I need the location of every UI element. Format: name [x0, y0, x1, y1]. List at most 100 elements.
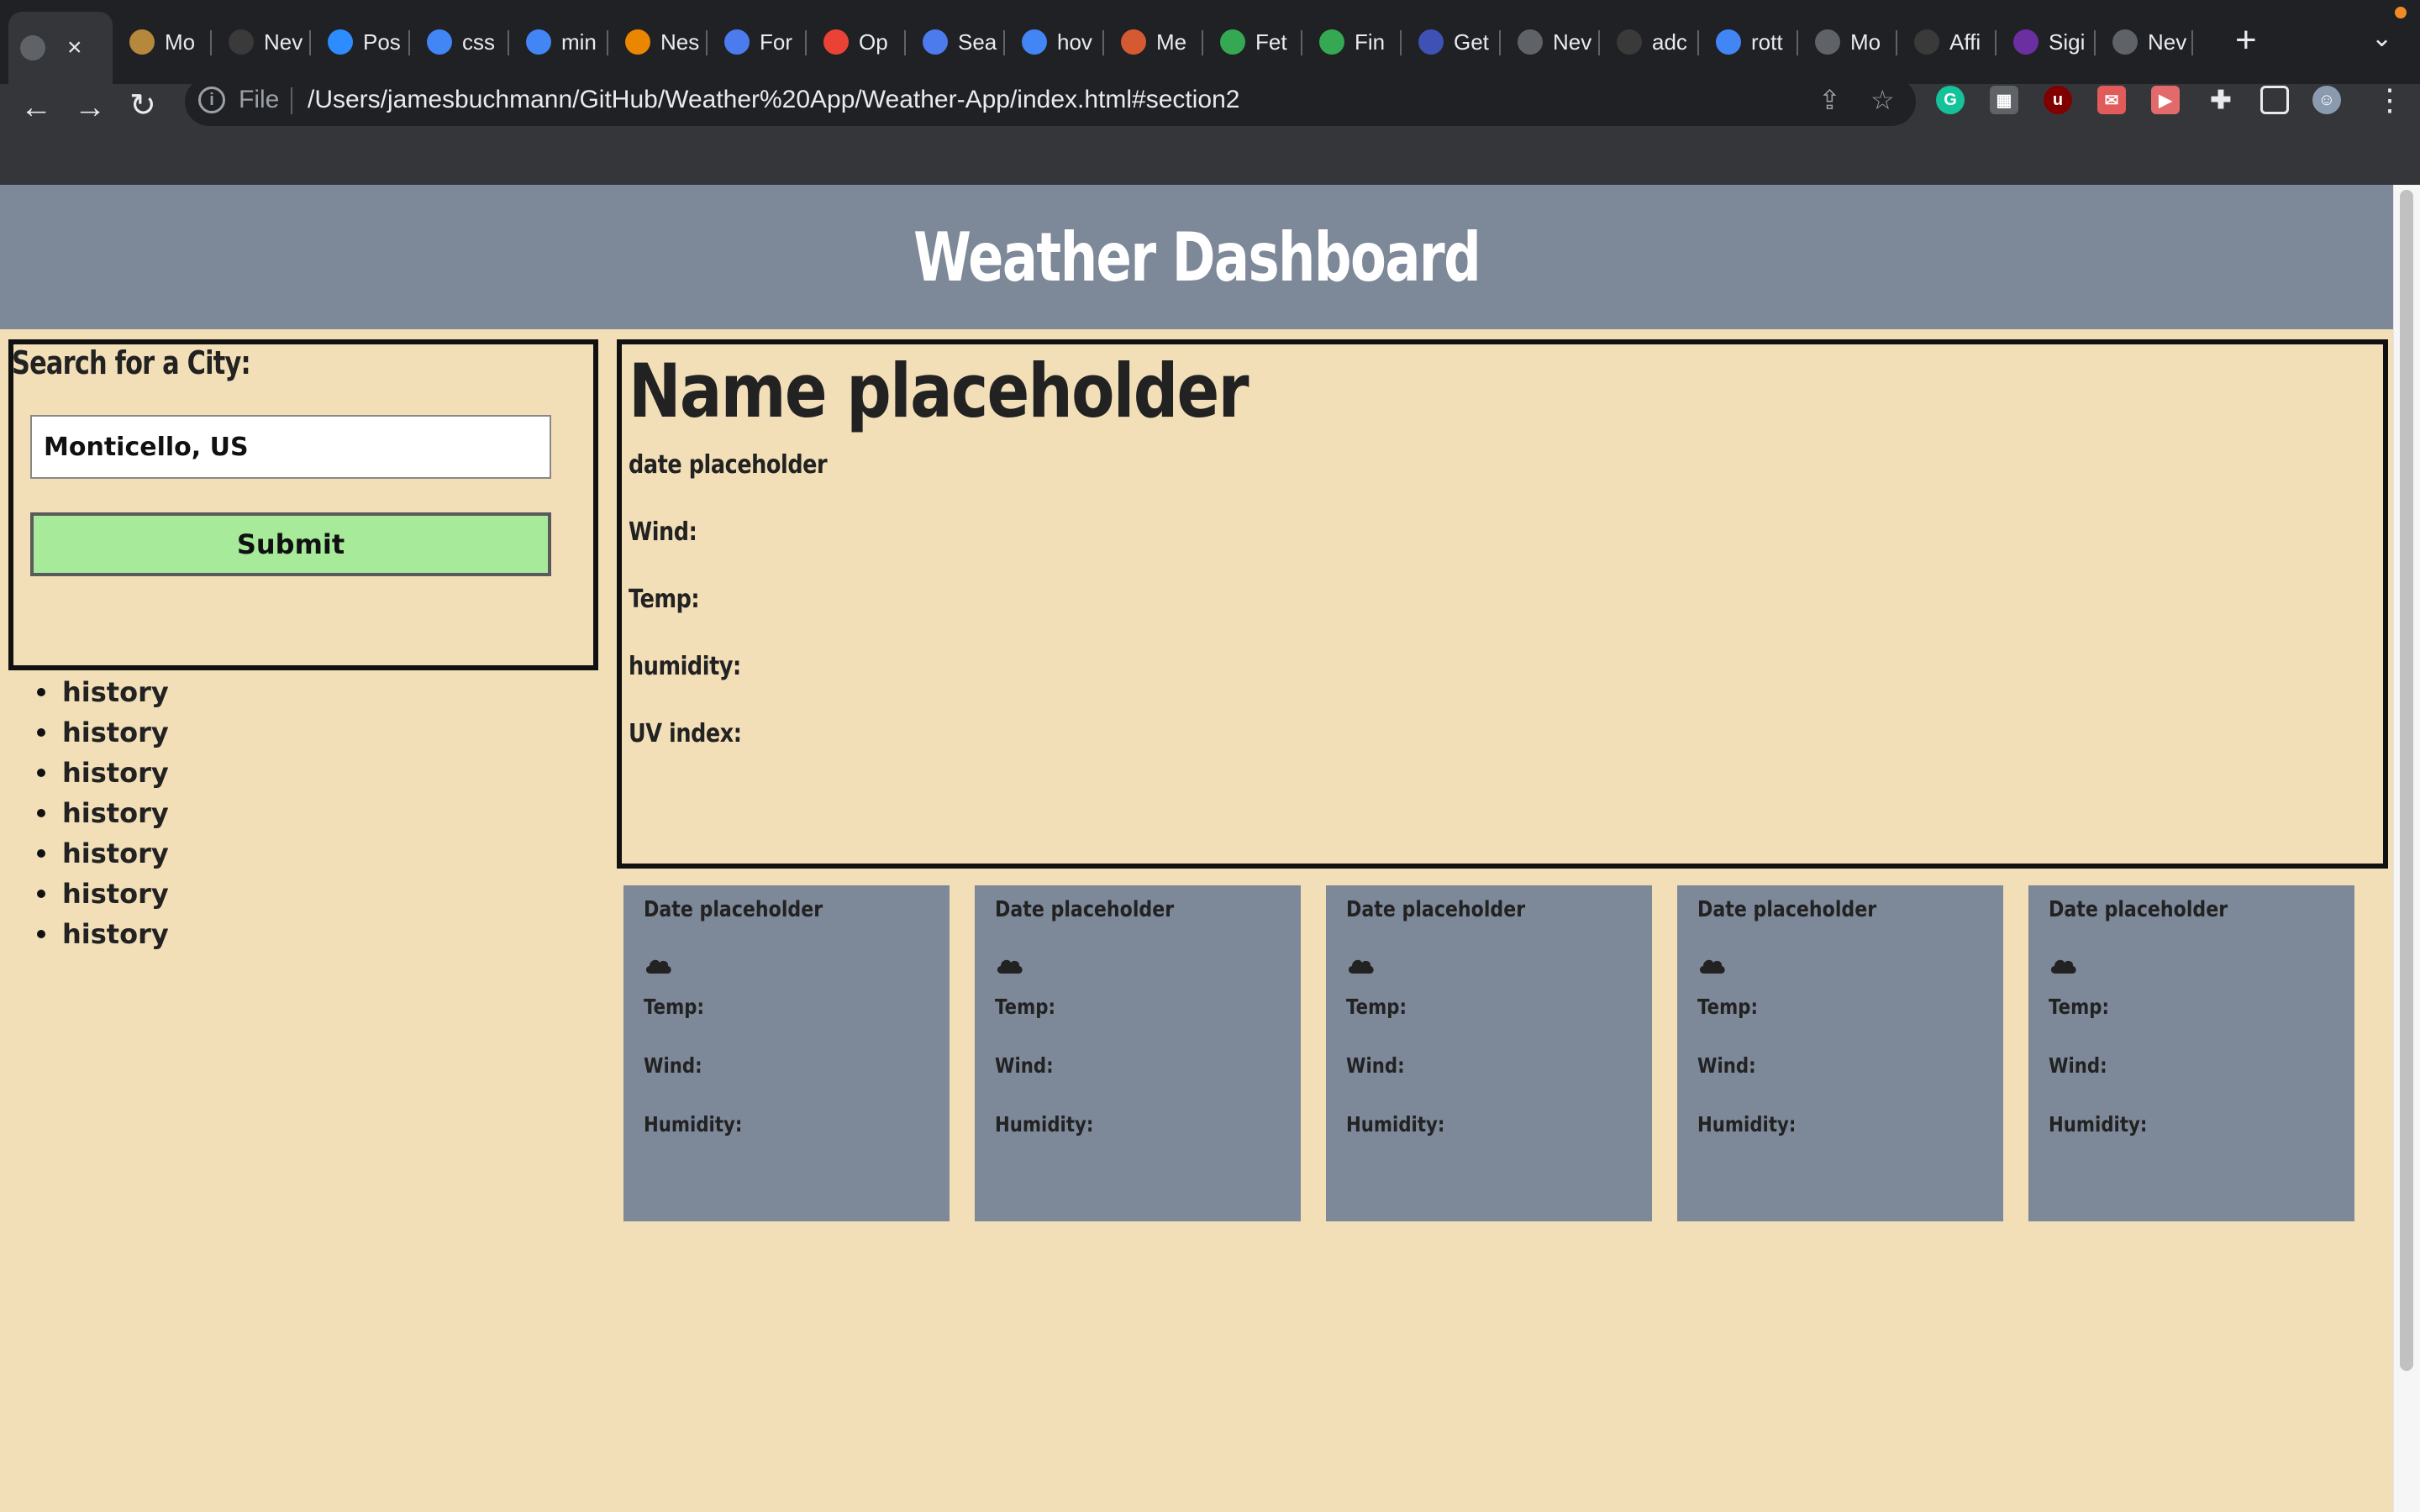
braces-icon [1220, 29, 1245, 55]
ublock-extension-icon[interactable]: u [2044, 86, 2072, 114]
forecast-wind-label: Wind: [1346, 1053, 1405, 1078]
browser-tab[interactable]: Pos [316, 15, 410, 69]
github-icon [229, 29, 254, 55]
history-item[interactable]: history [37, 874, 169, 914]
video-extension-icon[interactable]: ▶ [2151, 86, 2180, 114]
zoom-icon [328, 29, 353, 55]
browser-tab[interactable]: min [514, 15, 608, 69]
helmet-icon [1121, 29, 1146, 55]
browser-tab[interactable]: Op [812, 15, 906, 69]
back-arrow-icon[interactable]: ← [20, 89, 52, 126]
history-item[interactable]: history [37, 833, 169, 874]
forecast-card: Date placeholder Temp: Wind: Humidity: [1677, 885, 2003, 1221]
scrollbar-thumb[interactable] [2400, 190, 2413, 1371]
search-panel [8, 339, 598, 670]
url-scheme: File [239, 86, 280, 113]
history-item[interactable]: history [37, 914, 169, 954]
current-uv-label: UV index: [629, 719, 742, 748]
forecast-card: Date placeholder Temp: Wind: Humidity: [1326, 885, 1652, 1221]
browser-tab[interactable]: × [8, 12, 113, 84]
tab-separator [1797, 30, 1798, 55]
browser-tab[interactable]: Sigi [2002, 15, 2096, 69]
tab-title: Affi [1949, 29, 1981, 55]
browser-tab[interactable]: css [415, 15, 509, 69]
cloud-icon [645, 959, 671, 974]
qr-code-extension-icon[interactable]: ▦ [1990, 86, 2018, 114]
google-icon [526, 29, 551, 55]
bookmark-star-icon[interactable]: ☆ [1870, 84, 1895, 116]
tab-separator [1102, 30, 1104, 55]
browser-tab[interactable]: Fet [1208, 15, 1302, 69]
browser-tab[interactable]: Mo [118, 15, 212, 69]
browser-tab[interactable]: Fin [1307, 15, 1402, 69]
tab-title: min [561, 29, 597, 55]
forecast-temp-label: Temp: [644, 995, 704, 1019]
tab-separator [607, 30, 608, 55]
history-item[interactable]: history [37, 753, 169, 793]
share-icon[interactable]: ⇪ [1818, 84, 1841, 116]
codepen-icon [625, 29, 650, 55]
grammarly-extension-icon[interactable]: G [1936, 86, 1965, 114]
browser-tab[interactable]: adc [1605, 15, 1699, 69]
forecast-humidity-label: Humidity: [995, 1112, 1094, 1137]
city-search-input[interactable] [30, 415, 551, 479]
browser-tab[interactable]: Mo [1803, 15, 1897, 69]
mail-extension-icon[interactable]: ✉ [2097, 86, 2126, 114]
current-wind-label: Wind: [629, 517, 697, 547]
browser-tab[interactable]: Nev [217, 15, 311, 69]
history-item[interactable]: history [37, 712, 169, 753]
tab-separator [408, 30, 410, 55]
tab-separator [508, 30, 509, 55]
site-info-icon[interactable]: i [198, 87, 225, 113]
search-history-list: history history history history history histo… [37, 672, 169, 954]
profile-avatar-icon[interactable]: ☺ [2312, 86, 2341, 114]
browser-tab[interactable]: Me [1109, 15, 1203, 69]
history-item[interactable]: history [37, 793, 169, 833]
tab-separator [1400, 30, 1402, 55]
tab-separator [904, 30, 906, 55]
page-header: Weather Dashboard [0, 185, 2393, 329]
browser-tab[interactable]: Nev [2101, 15, 2193, 69]
reload-icon[interactable]: ↻ [129, 87, 156, 124]
gear-icon [1418, 29, 1444, 55]
history-item[interactable]: history [37, 672, 169, 712]
extensions-puzzle-icon[interactable]: ✚ [2207, 86, 2235, 114]
gmail-icon [823, 29, 849, 55]
tab-title: Fin [1355, 29, 1386, 55]
current-temp-label: Temp: [629, 585, 700, 614]
flag-icon [724, 29, 750, 55]
submit-button[interactable]: Submit [30, 512, 551, 576]
forecast-humidity-label: Humidity: [644, 1112, 743, 1137]
url-divider [291, 87, 292, 114]
browser-tab[interactable]: Nev [1506, 15, 1600, 69]
browser-tab[interactable]: Get [1407, 15, 1501, 69]
forecast-humidity-label: Humidity: [1697, 1112, 1797, 1137]
close-tab-icon[interactable]: × [67, 34, 82, 62]
forecast-card: Date placeholder Temp: Wind: Humidity: [623, 885, 950, 1221]
browser-tab[interactable]: Affi [1902, 15, 1996, 69]
forecast-temp-label: Temp: [1346, 995, 1407, 1019]
browser-tab[interactable]: Nes [613, 15, 708, 69]
tab-title: Nev [1553, 29, 1592, 55]
tab-search-chevron-icon[interactable]: ⌄ [2371, 24, 2392, 53]
tab-title: Nes [660, 29, 700, 55]
forecast-wind-label: Wind: [2049, 1053, 2107, 1078]
new-tab-button[interactable]: + [2235, 22, 2257, 59]
flag-icon [923, 29, 948, 55]
browser-tab[interactable]: Sea [911, 15, 1005, 69]
google-icon [1022, 29, 1047, 55]
browser-tab[interactable]: For [713, 15, 807, 69]
forward-arrow-icon[interactable]: → [74, 89, 106, 126]
tab-title: Get [1454, 29, 1489, 55]
forecast-date: Date placeholder [1697, 897, 1877, 922]
search-heading: Search for a City: [12, 344, 251, 381]
browser-tab[interactable]: rott [1704, 15, 1798, 69]
forecast-temp-label: Temp: [1697, 995, 1758, 1019]
google-icon [1716, 29, 1741, 55]
side-panel-icon[interactable] [2260, 86, 2289, 114]
tab-title: Mo [1850, 29, 1881, 55]
browser-menu-icon[interactable]: ⋮ [2375, 82, 2405, 118]
url-text[interactable]: /Users/jamesbuchmann/GitHub/Weather%20Ap… [308, 86, 1239, 114]
browser-tab[interactable]: hov [1010, 15, 1104, 69]
forecast-temp-label: Temp: [995, 995, 1055, 1019]
